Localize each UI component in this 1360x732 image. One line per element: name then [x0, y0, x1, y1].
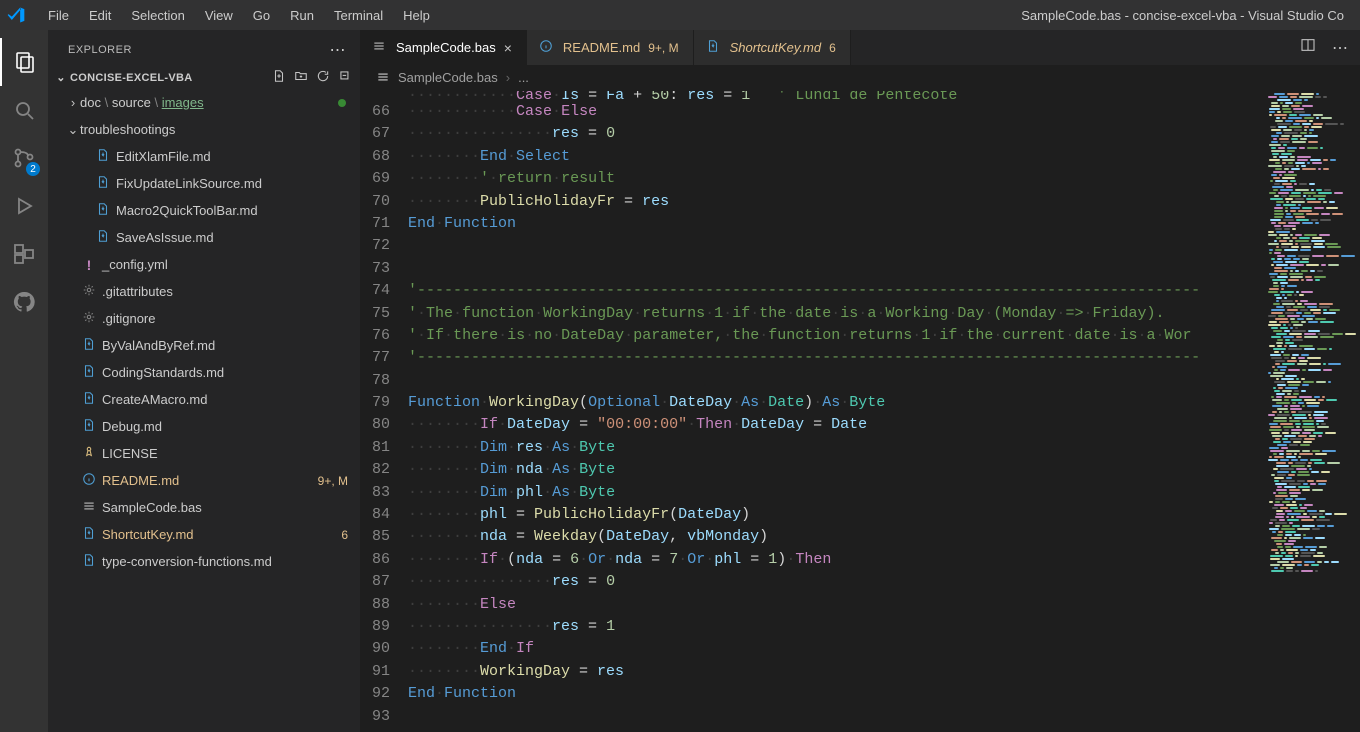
window-title: SampleCode.bas - concise-excel-vba - Vis… [440, 8, 1354, 23]
file-item[interactable]: !_config.yml [48, 251, 360, 278]
file-icon [94, 229, 112, 246]
menu-view[interactable]: View [195, 4, 243, 27]
menu-terminal[interactable]: Terminal [324, 4, 393, 27]
explorer-more-icon[interactable]: ⋯ [330, 40, 347, 60]
source-control-activity-icon[interactable]: 2 [0, 134, 48, 182]
folder-item[interactable]: ⌄troubleshootings [48, 116, 360, 143]
menu-run[interactable]: Run [280, 4, 324, 27]
chevron-icon: ⌄ [66, 122, 80, 138]
explorer-sidebar: EXPLORER ⋯ ⌄ CONCISE-EXCEL-VBA ›doc \ so… [48, 30, 360, 732]
file-item[interactable]: .gitattributes [48, 278, 360, 305]
explorer-section-header[interactable]: ⌄ CONCISE-EXCEL-VBA [48, 66, 360, 89]
file-item[interactable]: README.md9+, M [48, 467, 360, 494]
menu-file[interactable]: File [38, 4, 79, 27]
menu-bar: FileEditSelectionViewGoRunTerminalHelp S… [0, 0, 1360, 30]
menu-edit[interactable]: Edit [79, 4, 121, 27]
file-item[interactable]: EditXlamFile.md [48, 143, 360, 170]
split-editor-icon[interactable] [1300, 37, 1316, 58]
explorer-title: EXPLORER [68, 44, 132, 56]
file-icon [80, 310, 98, 327]
file-item[interactable]: SampleCode.bas [48, 494, 360, 521]
tab-samplecode-bas[interactable]: SampleCode.bas× [360, 30, 527, 65]
refresh-icon[interactable] [316, 69, 330, 86]
file-item[interactable]: CreateAMacro.md [48, 386, 360, 413]
chevron-icon: › [66, 95, 80, 110]
line-number-gutter: 6667686970717273747576777879808182838485… [360, 89, 408, 732]
file-item[interactable]: LICENSE [48, 440, 360, 467]
file-item[interactable]: ByValAndByRef.md [48, 332, 360, 359]
code-content[interactable]: ············Case·Is = Fa + 50: res = 1 '… [408, 89, 1360, 732]
tab-readme-md[interactable]: README.md9+, M [527, 30, 694, 65]
file-icon: ! [80, 258, 98, 272]
menu-selection[interactable]: Selection [121, 4, 194, 27]
hamburger-icon [376, 70, 390, 84]
editor-more-icon[interactable]: ⋯ [1332, 38, 1348, 58]
editor-area: SampleCode.bas×README.md9+, MShortcutKey… [360, 30, 1360, 732]
minimap[interactable] [1264, 89, 1360, 732]
file-item[interactable]: Debug.md [48, 413, 360, 440]
file-tree: ›doc \ source \ images⌄troubleshootingsE… [48, 89, 360, 732]
file-item[interactable]: Macro2QuickToolBar.md [48, 197, 360, 224]
collapse-all-icon[interactable] [338, 69, 352, 86]
file-icon [80, 337, 98, 354]
search-activity-icon[interactable] [0, 86, 48, 134]
file-icon [80, 499, 98, 516]
explorer-activity-icon[interactable] [0, 38, 48, 86]
tab-bar: SampleCode.bas×README.md9+, MShortcutKey… [360, 30, 1360, 65]
file-icon [80, 418, 98, 435]
file-icon [80, 283, 98, 300]
vscode-logo-icon [6, 5, 26, 25]
breadcrumb-more: ... [518, 70, 529, 85]
breadcrumb[interactable]: SampleCode.bas › ... [360, 65, 1360, 89]
file-item[interactable]: CodingStandards.md [48, 359, 360, 386]
scm-badge: 2 [26, 162, 40, 176]
file-item[interactable]: SaveAsIssue.md [48, 224, 360, 251]
file-icon [80, 472, 98, 489]
file-item[interactable]: .gitignore [48, 305, 360, 332]
file-icon [539, 39, 555, 56]
file-icon [80, 553, 98, 570]
project-name: CONCISE-EXCEL-VBA [70, 72, 272, 84]
github-activity-icon[interactable] [0, 278, 48, 326]
breadcrumb-file: SampleCode.bas [398, 70, 498, 85]
file-icon [706, 39, 722, 56]
file-item[interactable]: type-conversion-functions.md [48, 548, 360, 575]
menu-go[interactable]: Go [243, 4, 280, 27]
folder-item[interactable]: ›doc \ source \ images [48, 89, 360, 116]
activity-bar: 2 [0, 30, 48, 732]
close-icon[interactable]: × [504, 40, 512, 56]
file-icon [94, 202, 112, 219]
file-icon [80, 391, 98, 408]
file-icon [372, 39, 388, 56]
chevron-down-icon: ⌄ [54, 71, 68, 84]
file-icon [94, 175, 112, 192]
extensions-activity-icon[interactable] [0, 230, 48, 278]
tab-shortcutkey-md[interactable]: ShortcutKey.md6 [694, 30, 851, 65]
file-icon [80, 526, 98, 543]
file-icon [94, 148, 112, 165]
file-icon [80, 445, 98, 462]
breadcrumb-sep: › [506, 70, 510, 85]
file-item[interactable]: FixUpdateLinkSource.md [48, 170, 360, 197]
new-file-icon[interactable] [272, 69, 286, 86]
new-folder-icon[interactable] [294, 69, 308, 86]
file-item[interactable]: ShortcutKey.md6 [48, 521, 360, 548]
file-icon [80, 364, 98, 381]
menu-help[interactable]: Help [393, 4, 440, 27]
run-debug-activity-icon[interactable] [0, 182, 48, 230]
